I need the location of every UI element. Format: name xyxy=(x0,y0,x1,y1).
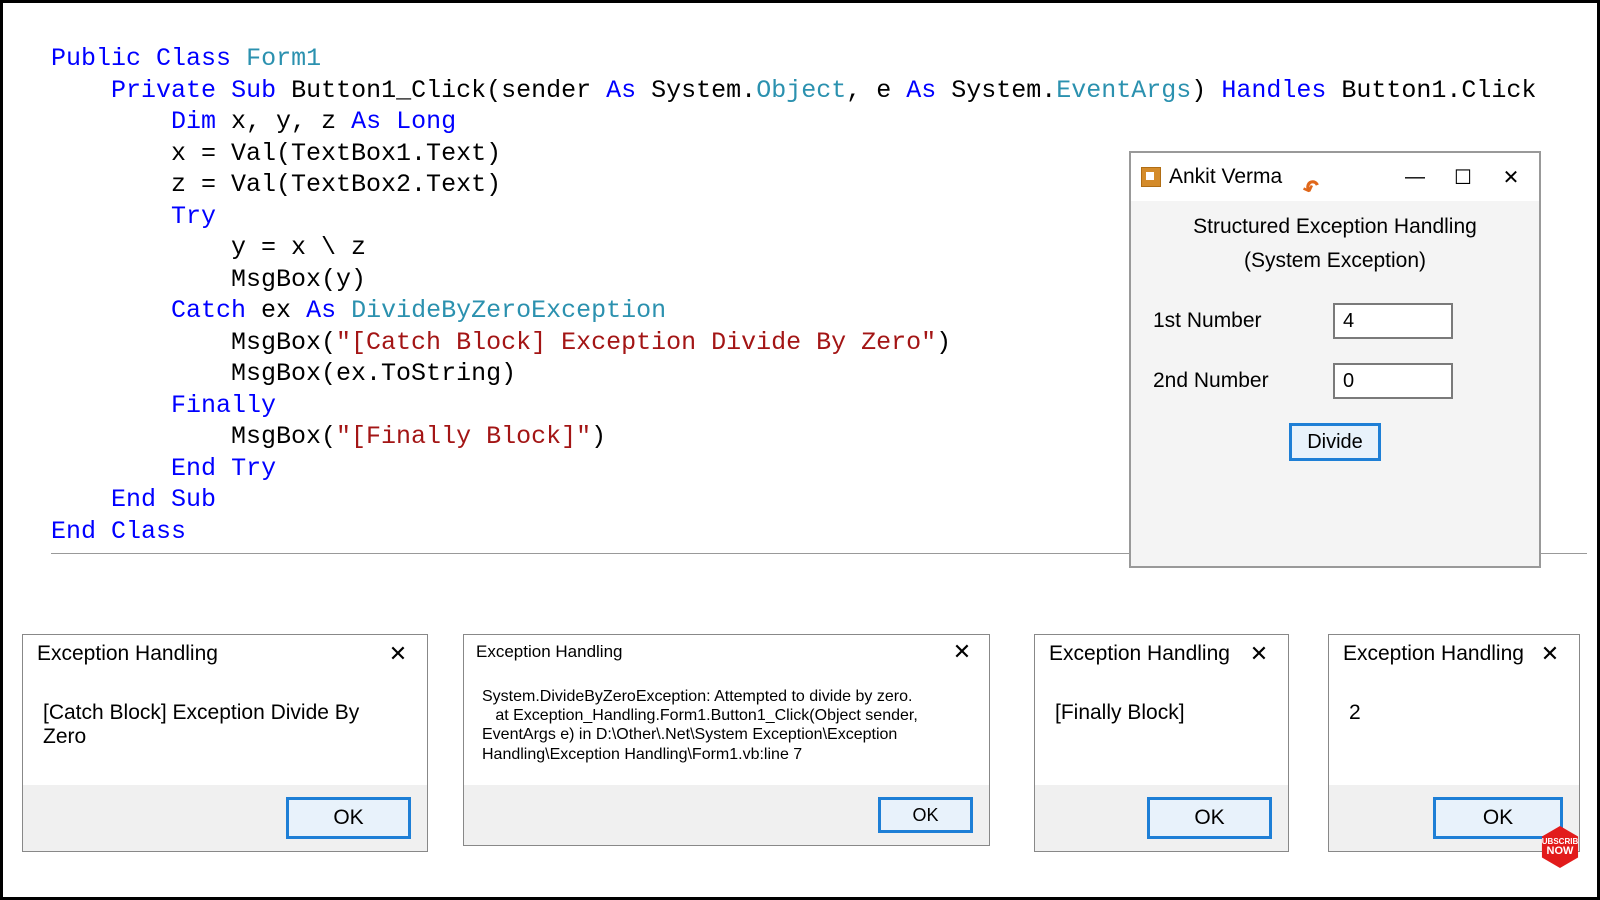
minimize-icon[interactable]: — xyxy=(1391,158,1439,196)
msgbox-message: [Finally Block] xyxy=(1035,673,1288,785)
msgbox-titlebar[interactable]: Exception Handling ✕ xyxy=(1035,635,1288,673)
msgbox-message: [Catch Block] Exception Divide By Zero xyxy=(23,673,427,785)
msgbox-title-text: Exception Handling xyxy=(1343,642,1524,666)
msgbox-footer: OK xyxy=(23,785,427,851)
msgbox-exception-detail: Exception Handling ✕ System.DivideByZero… xyxy=(463,634,990,846)
ok-button[interactable]: OK xyxy=(878,797,973,833)
msgbox-message: 2 xyxy=(1329,673,1579,785)
msgbox-catch: Exception Handling ✕ [Catch Block] Excep… xyxy=(22,634,428,852)
msgbox-message: System.DivideByZeroException: Attempted … xyxy=(464,669,989,785)
form1-title: Ankit Verma xyxy=(1169,165,1282,189)
form1-window: Ankit Verma — ☐ ✕ Structured Exception H… xyxy=(1129,151,1541,568)
maximize-icon[interactable]: ☐ xyxy=(1439,158,1487,196)
msgbox-titlebar[interactable]: Exception Handling ✕ xyxy=(464,635,989,669)
close-icon[interactable]: ✕ xyxy=(947,639,977,665)
close-icon[interactable]: ✕ xyxy=(1535,641,1565,667)
msgbox-footer: OK xyxy=(464,785,989,845)
msgbox-title-text: Exception Handling xyxy=(37,642,218,666)
msgbox-title-text: Exception Handling xyxy=(1049,642,1230,666)
label-2nd-number: 2nd Number xyxy=(1153,369,1333,393)
input-1st-number[interactable] xyxy=(1333,303,1453,339)
heading-structured: Structured Exception Handling xyxy=(1153,215,1517,239)
code-line: Private Sub Button1_Click(sender As Syst… xyxy=(51,75,1587,107)
code-line: Dim x, y, z As Long xyxy=(51,106,1587,138)
ok-button[interactable]: OK xyxy=(286,797,411,839)
close-icon[interactable]: ✕ xyxy=(383,641,413,667)
row-1st-number: 1st Number xyxy=(1153,303,1517,339)
badge-line2: NOW xyxy=(1547,846,1574,857)
label-1st-number: 1st Number xyxy=(1153,309,1333,333)
close-icon[interactable]: ✕ xyxy=(1487,158,1535,196)
close-icon[interactable]: ✕ xyxy=(1244,641,1274,667)
ok-button[interactable]: OK xyxy=(1147,797,1272,839)
msgbox-footer: OK xyxy=(1035,785,1288,851)
form1-titlebar[interactable]: Ankit Verma — ☐ ✕ xyxy=(1131,153,1539,201)
msgbox-titlebar[interactable]: Exception Handling ✕ xyxy=(23,635,427,673)
msgbox-result: Exception Handling ✕ 2 OK xyxy=(1328,634,1580,852)
msgbox-title-text: Exception Handling xyxy=(476,642,622,662)
heading-system-exception: (System Exception) xyxy=(1153,249,1517,273)
ok-button[interactable]: OK xyxy=(1433,797,1563,839)
row-2nd-number: 2nd Number xyxy=(1153,363,1517,399)
form1-body: Structured Exception Handling (System Ex… xyxy=(1131,201,1539,475)
form-icon xyxy=(1141,167,1161,187)
input-2nd-number[interactable] xyxy=(1333,363,1453,399)
msgbox-finally: Exception Handling ✕ [Finally Block] OK xyxy=(1034,634,1289,852)
msgbox-titlebar[interactable]: Exception Handling ✕ xyxy=(1329,635,1579,673)
msgbox-footer: OK xyxy=(1329,785,1579,851)
code-line: Public Class Form1 xyxy=(51,43,1587,75)
divide-button[interactable]: Divide xyxy=(1289,423,1381,461)
